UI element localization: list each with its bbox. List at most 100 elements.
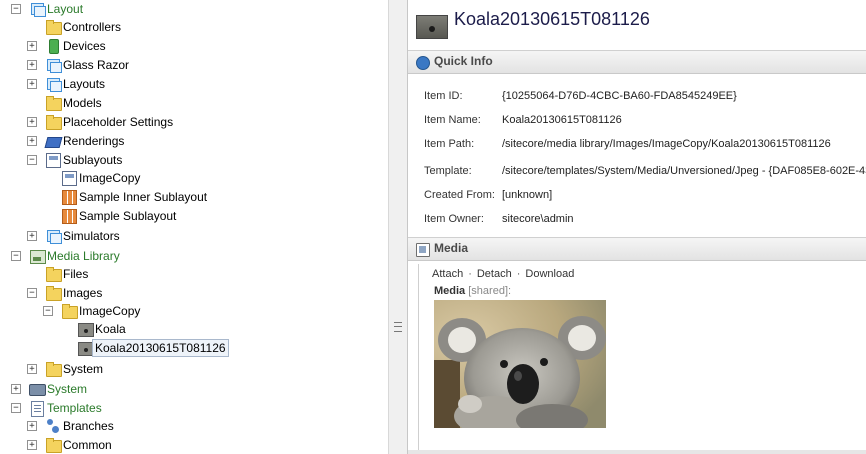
- tree-item-sample-inner-sublayout[interactable]: Sample Inner Sublayout: [0, 188, 380, 206]
- tree-item-label: System: [63, 362, 104, 376]
- tree-item-system-folder[interactable]: + System: [0, 360, 380, 378]
- tree-item-label: Layouts: [63, 77, 106, 91]
- expand-toggle[interactable]: +: [27, 136, 37, 146]
- tree-item-label-selected: Koala20130615T081126: [92, 339, 229, 357]
- media-field-label: Media [shared]:: [434, 285, 511, 297]
- content-editor: Koala20130615T081126 Quick Info Item ID:…: [408, 0, 866, 454]
- expand-toggle[interactable]: +: [27, 440, 37, 450]
- tree-item-common[interactable]: + Common: [0, 436, 380, 454]
- expand-toggle[interactable]: +: [27, 60, 37, 70]
- grid-icon: [61, 208, 77, 224]
- tree-item-label: ImageCopy: [79, 304, 141, 318]
- folder-icon: [45, 437, 62, 453]
- tree-item-layouts[interactable]: + Layouts: [0, 75, 380, 93]
- attach-link[interactable]: Attach: [432, 268, 463, 280]
- tree-item-sublayouts[interactable]: − Sublayouts: [0, 151, 380, 169]
- separator: ·: [468, 268, 472, 280]
- simulator-icon: [45, 228, 62, 244]
- detach-link[interactable]: Detach: [477, 268, 512, 280]
- template-icon: [29, 400, 45, 417]
- system-icon: [29, 381, 46, 397]
- tree-item-koala[interactable]: Koala: [0, 320, 380, 338]
- folder-icon: [45, 114, 62, 130]
- tree-item-label: System: [47, 382, 88, 396]
- tree-item-label: Images: [63, 286, 103, 300]
- folder-icon: [45, 19, 62, 35]
- template-value[interactable]: /sitecore/templates/System/Media/Unversi…: [502, 165, 866, 177]
- tree-item-label: Common: [63, 438, 112, 452]
- tree-item-layout[interactable]: − Layout: [0, 0, 380, 18]
- splitter-grip-icon[interactable]: [394, 322, 402, 332]
- expand-toggle[interactable]: +: [27, 231, 37, 241]
- content-tree: − Layout Controllers + Devices + Glass R…: [0, 0, 388, 454]
- expand-toggle[interactable]: +: [27, 421, 37, 431]
- expand-toggle[interactable]: +: [11, 384, 21, 394]
- tree-item-devices[interactable]: + Devices: [0, 37, 380, 55]
- tree-item-system[interactable]: + System: [0, 380, 380, 398]
- pane-splitter[interactable]: [388, 0, 408, 454]
- collapse-toggle[interactable]: −: [11, 251, 21, 261]
- tree-item-placeholder-settings[interactable]: + Placeholder Settings: [0, 113, 380, 131]
- tree-item-label: Sublayouts: [63, 153, 123, 167]
- tree-item-koala20130615t081126[interactable]: Koala20130615T081126: [0, 339, 380, 357]
- collapse-toggle[interactable]: −: [11, 403, 21, 413]
- image-icon: [29, 248, 46, 264]
- tree-item-branches[interactable]: + Branches: [0, 417, 380, 435]
- separator: ·: [516, 268, 521, 280]
- collapse-toggle[interactable]: −: [27, 288, 37, 298]
- tree-item-templates[interactable]: − Templates: [0, 399, 380, 417]
- expand-toggle[interactable]: +: [27, 41, 37, 51]
- tree-item-label: Simulators: [63, 229, 120, 243]
- item-path-value: /sitecore/media library/Images/ImageCopy…: [502, 138, 831, 150]
- tree-item-sample-sublayout[interactable]: Sample Sublayout: [0, 207, 380, 225]
- created-from-value: [unknown]: [502, 189, 553, 201]
- tree-item-label: Glass Razor: [63, 58, 130, 72]
- collapse-toggle[interactable]: −: [43, 306, 53, 316]
- folder-icon: [45, 361, 62, 377]
- folder-icon: [45, 285, 62, 301]
- tree-item-files[interactable]: Files: [0, 265, 380, 283]
- folder-icon: [45, 266, 62, 282]
- tree-item-label: Templates: [47, 401, 102, 415]
- tree-item-imagecopy-sublayout[interactable]: ImageCopy: [0, 169, 380, 187]
- collapse-toggle[interactable]: −: [27, 155, 37, 165]
- tree-item-glass-razor[interactable]: + Glass Razor: [0, 56, 380, 74]
- tree-item-renderings[interactable]: + Renderings: [0, 132, 380, 150]
- collapse-toggle[interactable]: −: [11, 4, 21, 14]
- tree-item-label: ImageCopy: [79, 171, 141, 185]
- tree-item-imagecopy-folder[interactable]: − ImageCopy: [0, 302, 380, 320]
- tree-item-images[interactable]: − Images: [0, 284, 380, 302]
- tree-item-label: Sample Inner Sublayout: [79, 190, 208, 204]
- koala-icon: [416, 15, 448, 39]
- media-field-name: Media: [434, 285, 466, 297]
- item-header: Koala20130615T081126: [408, 0, 866, 48]
- expand-toggle[interactable]: +: [27, 117, 37, 127]
- expand-toggle[interactable]: +: [27, 364, 37, 374]
- grid-icon: [61, 189, 77, 205]
- expand-toggle[interactable]: +: [27, 79, 37, 89]
- item-owner-label: Item Owner:: [424, 213, 484, 225]
- tree-item-label: Renderings: [63, 134, 125, 148]
- item-path-label: Item Path:: [424, 138, 475, 150]
- page-title: Koala20130615T081126: [454, 9, 650, 29]
- koala-image[interactable]: [434, 300, 606, 428]
- layout-icon: [45, 76, 62, 92]
- media-section-header[interactable]: Media: [408, 237, 866, 261]
- layout-icon: [29, 1, 46, 17]
- item-name-value: Koala20130615T081126: [502, 114, 622, 126]
- tree-item-simulators[interactable]: + Simulators: [0, 227, 380, 245]
- tree-item-media-library[interactable]: − Media Library: [0, 247, 380, 265]
- download-link[interactable]: Download: [525, 268, 574, 280]
- koala-icon: [77, 340, 94, 356]
- tree-item-controllers[interactable]: Controllers: [0, 18, 380, 36]
- sublayout-icon: [61, 170, 77, 186]
- tree-item-label: Placeholder Settings: [63, 115, 174, 129]
- tree-item-label: Devices: [63, 39, 106, 53]
- quick-info-section-header[interactable]: Quick Info: [408, 50, 866, 74]
- section-title: Media: [434, 241, 469, 255]
- item-owner-value: sitecore\admin: [502, 213, 574, 225]
- tree-item-label: Sample Sublayout: [79, 209, 177, 223]
- media-field-shared: [shared]:: [468, 285, 512, 297]
- content-bottom-edge: [408, 450, 866, 454]
- tree-item-models[interactable]: Models: [0, 94, 380, 112]
